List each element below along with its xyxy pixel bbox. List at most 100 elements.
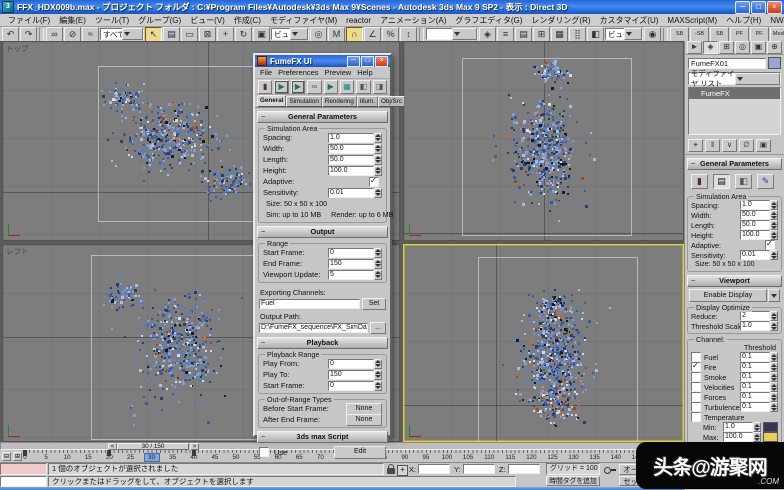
remove-modifier-icon[interactable]: ∅ xyxy=(739,139,754,152)
panel-rollout-viewport[interactable]: Viewport xyxy=(687,275,782,287)
panel-rollout-general-parameters[interactable]: General Parameters xyxy=(687,158,782,170)
max-color-swatch[interactable] xyxy=(763,432,778,442)
length-spinner[interactable] xyxy=(770,220,778,230)
chevron-down-icon[interactable] xyxy=(452,28,477,40)
open-mini-curve-editor-icon[interactable]: ⊟ xyxy=(2,452,11,461)
named-selection-combo[interactable] xyxy=(426,28,478,40)
maximize-button[interactable]: □ xyxy=(751,0,766,14)
maxscript-mini-listener-white[interactable] xyxy=(0,476,47,487)
stack-item-fumefx[interactable]: FumeFX xyxy=(689,88,780,99)
menu-item-a[interactable]: アニメーション(A) xyxy=(376,15,450,26)
start-frame-spinner[interactable] xyxy=(374,380,382,391)
after-end-frame-button[interactable]: None xyxy=(346,413,382,426)
quick-render-icon[interactable]: ◉ xyxy=(644,26,661,42)
height-field[interactable]: 100.0 xyxy=(328,165,374,176)
fire-spinner[interactable] xyxy=(770,362,778,372)
angle-snap-icon[interactable]: ∠ xyxy=(364,26,381,42)
select-object-icon[interactable]: ↖ xyxy=(145,26,162,42)
length-field[interactable]: 50.0 xyxy=(328,154,374,165)
viewport-update-spinner[interactable] xyxy=(374,269,382,280)
select-by-name-icon[interactable]: ▤ xyxy=(163,26,180,42)
max-spinner[interactable] xyxy=(753,432,761,442)
select-and-rotate-icon[interactable]: ↻ xyxy=(235,26,252,42)
fire-field[interactable]: 0.1 xyxy=(740,362,770,372)
time-slider-handle[interactable]: 30 / 150 xyxy=(117,443,189,450)
turbulence-field[interactable]: 0.1 xyxy=(740,402,770,412)
fuel-source-icon[interactable]: ▮ xyxy=(258,79,273,94)
bind-to-space-warp-icon[interactable]: ≈ xyxy=(82,26,99,42)
output-path-field[interactable]: D:\FumeFX_sequence\FX_SimData\tmp\v xyxy=(259,323,368,333)
sensitivity-spinner[interactable] xyxy=(374,187,382,198)
eraser-icon[interactable]: ✎ xyxy=(757,174,774,189)
fumefx-dialog[interactable]: FumeFX UI ─ □ × File Preferences Preview He… xyxy=(253,53,405,459)
add-time-tag-button[interactable]: 時間タグを追加 xyxy=(546,476,600,486)
menu-item-t[interactable]: ツール(T) xyxy=(91,15,133,26)
load-settings-icon[interactable]: ◧ xyxy=(356,79,371,94)
maxscript-mini-listener-pink[interactable] xyxy=(0,463,47,475)
menu-item-maxscript-m[interactable]: MAXScript(M) xyxy=(663,16,721,25)
spacing-field[interactable]: 1.0 xyxy=(328,132,374,143)
velocities-field[interactable]: 0.1 xyxy=(740,382,770,392)
play-icon[interactable]: ▶ xyxy=(323,79,338,94)
y-coord-field[interactable] xyxy=(463,464,495,474)
menu-item-reactor[interactable]: reactor xyxy=(342,16,375,25)
sensitivity-field[interactable]: 0.01 xyxy=(740,250,770,260)
start-frame-field[interactable]: 0 xyxy=(328,247,374,258)
play-from-field[interactable]: 0 xyxy=(328,358,374,369)
fumefx-close-button[interactable]: × xyxy=(375,55,388,67)
pf-icon[interactable]: PF xyxy=(730,26,749,42)
edit-script-button[interactable]: Edit xyxy=(334,445,386,459)
fumefx-tab-illum[interactable]: Illum. xyxy=(356,96,378,107)
next-frame-button[interactable]: > xyxy=(190,443,199,450)
height-spinner[interactable] xyxy=(374,165,382,176)
fuel-icon[interactable]: ▮ xyxy=(691,174,708,189)
previous-frame-button[interactable]: < xyxy=(108,443,117,450)
length-spinner[interactable] xyxy=(374,154,382,165)
modifier-stack[interactable]: FumeFX xyxy=(688,87,781,135)
reference-coordinate-combo[interactable]: ビュー xyxy=(271,28,309,40)
rollout-3ds-max-script[interactable]: 3ds max Script xyxy=(257,431,388,443)
forces-checkbox[interactable] xyxy=(691,392,701,402)
motion-tab-icon[interactable]: ◎ xyxy=(735,41,750,54)
menu-item-h[interactable]: ヘルプ(H) xyxy=(722,15,765,26)
menu-item-g[interactable]: グループ(G) xyxy=(134,15,185,26)
fumefx-minimize-button[interactable]: ─ xyxy=(347,55,360,67)
menu-item-nw4r[interactable]: NW4R xyxy=(766,16,784,25)
render-type-combo[interactable]: ビュー xyxy=(605,28,643,40)
show-keys-icon[interactable]: ⊞ xyxy=(13,452,22,461)
menu-item-u[interactable]: カスタマイズ(U) xyxy=(596,15,663,26)
menu-item-g[interactable]: グラフエディタ(G) xyxy=(451,15,526,26)
enable-display-button[interactable]: Enable Display xyxy=(689,289,767,302)
chevron-down-icon[interactable] xyxy=(624,28,642,40)
spacing-spinner[interactable] xyxy=(770,200,778,210)
start-frame-spinner[interactable] xyxy=(374,247,382,258)
select-and-link-icon[interactable]: ∞ xyxy=(46,26,63,42)
continue-simulation-icon[interactable]: ▶ xyxy=(290,79,306,94)
selection-lock-icon[interactable] xyxy=(387,464,395,474)
max-field[interactable]: 100.0 xyxy=(723,432,753,442)
chevron-down-icon[interactable] xyxy=(290,28,308,40)
width-field[interactable]: 50.0 xyxy=(328,143,374,154)
menu-item-m[interactable]: モディファイヤ(M) xyxy=(266,15,341,26)
percent-snap-icon[interactable]: % xyxy=(382,26,399,42)
schematic-view-icon[interactable]: ▦ xyxy=(551,26,568,42)
turbulence-checkbox[interactable] xyxy=(691,402,701,412)
fumefx-titlebar[interactable]: FumeFX UI ─ □ × xyxy=(255,55,390,67)
smoke-spinner[interactable] xyxy=(770,372,778,382)
loop-playback-icon[interactable]: ∞ xyxy=(307,79,322,94)
spacing-spinner[interactable] xyxy=(374,132,382,143)
pf2-icon[interactable]: PF. xyxy=(750,26,769,42)
spinner-snap-icon[interactable]: ↕ xyxy=(400,26,417,42)
mirror-icon[interactable]: ◈ xyxy=(479,26,496,42)
window-crossing-icon[interactable]: ⊠ xyxy=(199,26,216,42)
sb-curve-icon[interactable]: SB xyxy=(710,26,729,42)
curve-editor-icon[interactable]: ⊞ xyxy=(533,26,550,42)
absolute-mode-icon[interactable]: + xyxy=(397,465,408,476)
fumefx-maximize-button[interactable]: □ xyxy=(361,55,374,67)
redo-icon[interactable]: ↷ xyxy=(20,26,37,42)
render-setup-icon[interactable]: ◧ xyxy=(587,26,604,42)
rollout-output[interactable]: Output xyxy=(257,226,388,238)
width-spinner[interactable] xyxy=(374,143,382,154)
play-from-spinner[interactable] xyxy=(374,358,382,369)
pin-stack-icon[interactable]: ⌖ xyxy=(688,139,703,152)
